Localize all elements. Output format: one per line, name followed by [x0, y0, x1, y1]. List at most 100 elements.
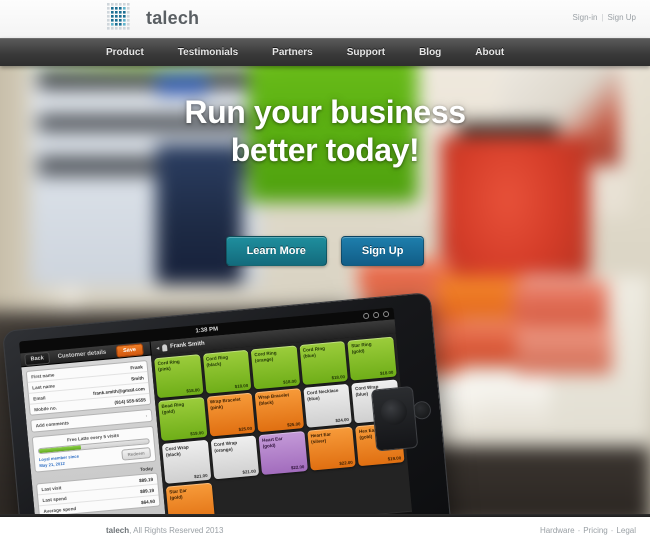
product-tile[interactable]: Star Ear(gold)$28.00 [165, 482, 215, 514]
product-tile-price: $18.00 [186, 387, 200, 394]
product-tile[interactable]: Heart Ear (gold) $22.00 [258, 431, 308, 476]
footer-link-pricing[interactable]: Pricing [583, 526, 607, 535]
copyright-text: talech, All Rights Reserved 2013 [106, 526, 223, 535]
product-tile-name: Cord Wrap (black) [165, 444, 189, 458]
footer-copyright-rest: , All Rights Reserved 2013 [129, 526, 224, 535]
nav-item-product[interactable]: Product [106, 39, 166, 67]
product-tile-name: Heart Ear (silver) [310, 431, 332, 445]
product-tile[interactable]: Bead Ring (gold) $19.00 [157, 397, 208, 441]
main-navigation: Product Testimonials Partners Support Bl… [0, 38, 650, 66]
battery-icon [382, 310, 390, 318]
product-tile-name: Cord Ring (orange) [254, 350, 277, 363]
product-tile-price: $18.00 [379, 369, 394, 376]
stat-value: $89.19 [139, 487, 155, 494]
product-tile-name: Heart Ear (gold) [261, 436, 283, 449]
product-tile-name: Cord Ring (blue) [302, 345, 326, 359]
nav-item-blog[interactable]: Blog [419, 39, 463, 67]
pos-customer-name: Frank Smith [169, 340, 205, 350]
footer-brand: talech [106, 526, 130, 535]
field-label: Mobile no. [34, 404, 58, 412]
product-tile[interactable]: Cord Wrap (orange) $21.00 [210, 435, 260, 480]
product-tile-name: Wrap Bracelet (black) [258, 392, 290, 406]
pos-save-button[interactable]: Save [115, 342, 144, 358]
chevron-right-icon: › [145, 412, 148, 419]
product-tile-name: Cord Ring (pink) [157, 359, 180, 372]
product-tile[interactable]: Star Ring (gold) $18.00 [347, 336, 397, 381]
product-tile-name: Cord Ring (black) [205, 354, 229, 368]
product-tile-name: Wrap Bracelet (pink) [209, 396, 241, 411]
product-tile-empty [214, 478, 263, 514]
loyal-member-since: Loyal member since May 21, 2012 [39, 454, 80, 468]
footer-inner: talech, All Rights Reserved 2013 Hardwar… [106, 526, 636, 535]
product-tile-name: Bead Ring (gold) [161, 401, 185, 415]
product-tile-price: $22.00 [339, 459, 353, 466]
headline-line-1: Run your business [184, 94, 466, 130]
footer-links: Hardware - Pricing - Legal [540, 526, 636, 535]
card-reader-slot-icon [379, 397, 409, 426]
card-reader-dongle [370, 386, 419, 452]
headline-line-2: better today! [230, 131, 420, 168]
hero-cta-row: Learn More Sign Up [0, 236, 650, 266]
product-tile-empty [359, 465, 408, 509]
bluetooth-icon [362, 312, 370, 320]
person-icon [161, 343, 168, 352]
product-tile-empty [311, 469, 360, 513]
product-tile-grid: Cord Ring (pink) $18.00 Cord Ring (black) $18… [150, 333, 412, 514]
product-tile-price: $18.00 [234, 382, 249, 390]
field-label: Last name [32, 382, 56, 390]
field-value: Smith [130, 374, 145, 381]
chevron-left-icon: ◂ [155, 345, 160, 352]
customer-details-panel: First name Frank Last name Smith Email f… [21, 355, 169, 514]
product-tile[interactable]: Cord Ring (black) $18.00 [202, 349, 252, 394]
product-tile-name: Cord Necklace (blue) [306, 387, 339, 402]
hero-headline: Run your business better today! [0, 94, 650, 170]
sign-up-link[interactable]: Sign Up [608, 13, 636, 22]
loyalty-progress-fill [38, 445, 81, 454]
account-links: Sign-in | Sign Up [573, 13, 636, 22]
ipad-device-mockup: 1:38 PM Back Customer details Save ◂ Fra… [2, 292, 453, 514]
redeem-button[interactable]: Redeem [121, 447, 152, 461]
sign-up-button[interactable]: Sign Up [340, 236, 425, 266]
product-tile[interactable]: Cord Wrap (black) $21.00 [161, 439, 211, 484]
product-tile[interactable]: Wrap Bracelet (black) $25.00 [254, 388, 304, 433]
nav-item-partners[interactable]: Partners [272, 39, 335, 67]
status-bar-icons [362, 310, 390, 320]
stat-label: Last visit [41, 484, 62, 492]
product-tile[interactable]: Cord Ring (pink) $18.00 [154, 354, 204, 399]
footer-link-separator-2: - [610, 526, 614, 535]
member-since-line-2: May 21, 2012 [39, 460, 66, 468]
account-link-separator: | [601, 13, 604, 22]
product-tile[interactable]: Heart Ear (silver) $22.00 [307, 426, 357, 471]
dot-matrix-logo-icon [107, 3, 130, 30]
stat-label: Last spend [42, 495, 67, 503]
product-tile-name: Star Ear (gold) [169, 487, 188, 501]
nav-item-about[interactable]: About [475, 39, 526, 67]
product-tile-price: $21.00 [193, 472, 208, 480]
logo[interactable]: talech [106, 2, 199, 34]
field-label: Email [33, 394, 46, 401]
product-tile[interactable]: Cord Ring (blue) $18.00 [299, 340, 349, 385]
wifi-icon [372, 311, 380, 319]
pos-app-screen: 1:38 PM Back Customer details Save ◂ Fra… [19, 307, 414, 514]
product-tile-name: Cord Wrap (orange) [213, 440, 238, 453]
product-tile[interactable]: Cord Ring (orange) $18.00 [250, 345, 300, 390]
nav-item-testimonials[interactable]: Testimonials [178, 39, 260, 67]
add-comments-label: Add comments [35, 420, 70, 429]
footer-link-legal[interactable]: Legal [616, 526, 636, 535]
product-tile-price: $24.00 [335, 416, 350, 424]
sign-in-link[interactable]: Sign-in [573, 13, 598, 22]
field-value: (914) 555-5555 [114, 396, 147, 405]
product-tile-name: Star Ring (gold) [350, 341, 372, 354]
pos-back-button[interactable]: Back [24, 351, 51, 366]
nav-item-support[interactable]: Support [347, 39, 407, 67]
footer-link-separator-1: - [577, 526, 581, 535]
product-tile[interactable]: Wrap Bracelet (pink) $25.00 [206, 392, 256, 437]
site-header: talech Sign-in | Sign Up [0, 0, 650, 38]
logo-text: talech [146, 7, 200, 28]
stat-value: $89.19 [138, 476, 154, 483]
page-root: talech Sign-in | Sign Up Product Testimo… [0, 0, 650, 555]
product-tile[interactable]: Cord Necklace (blue) $24.00 [303, 383, 353, 428]
product-tile-price: $22.00 [290, 464, 305, 471]
learn-more-button[interactable]: Learn More [225, 236, 327, 266]
footer-link-hardware[interactable]: Hardware [540, 526, 575, 535]
